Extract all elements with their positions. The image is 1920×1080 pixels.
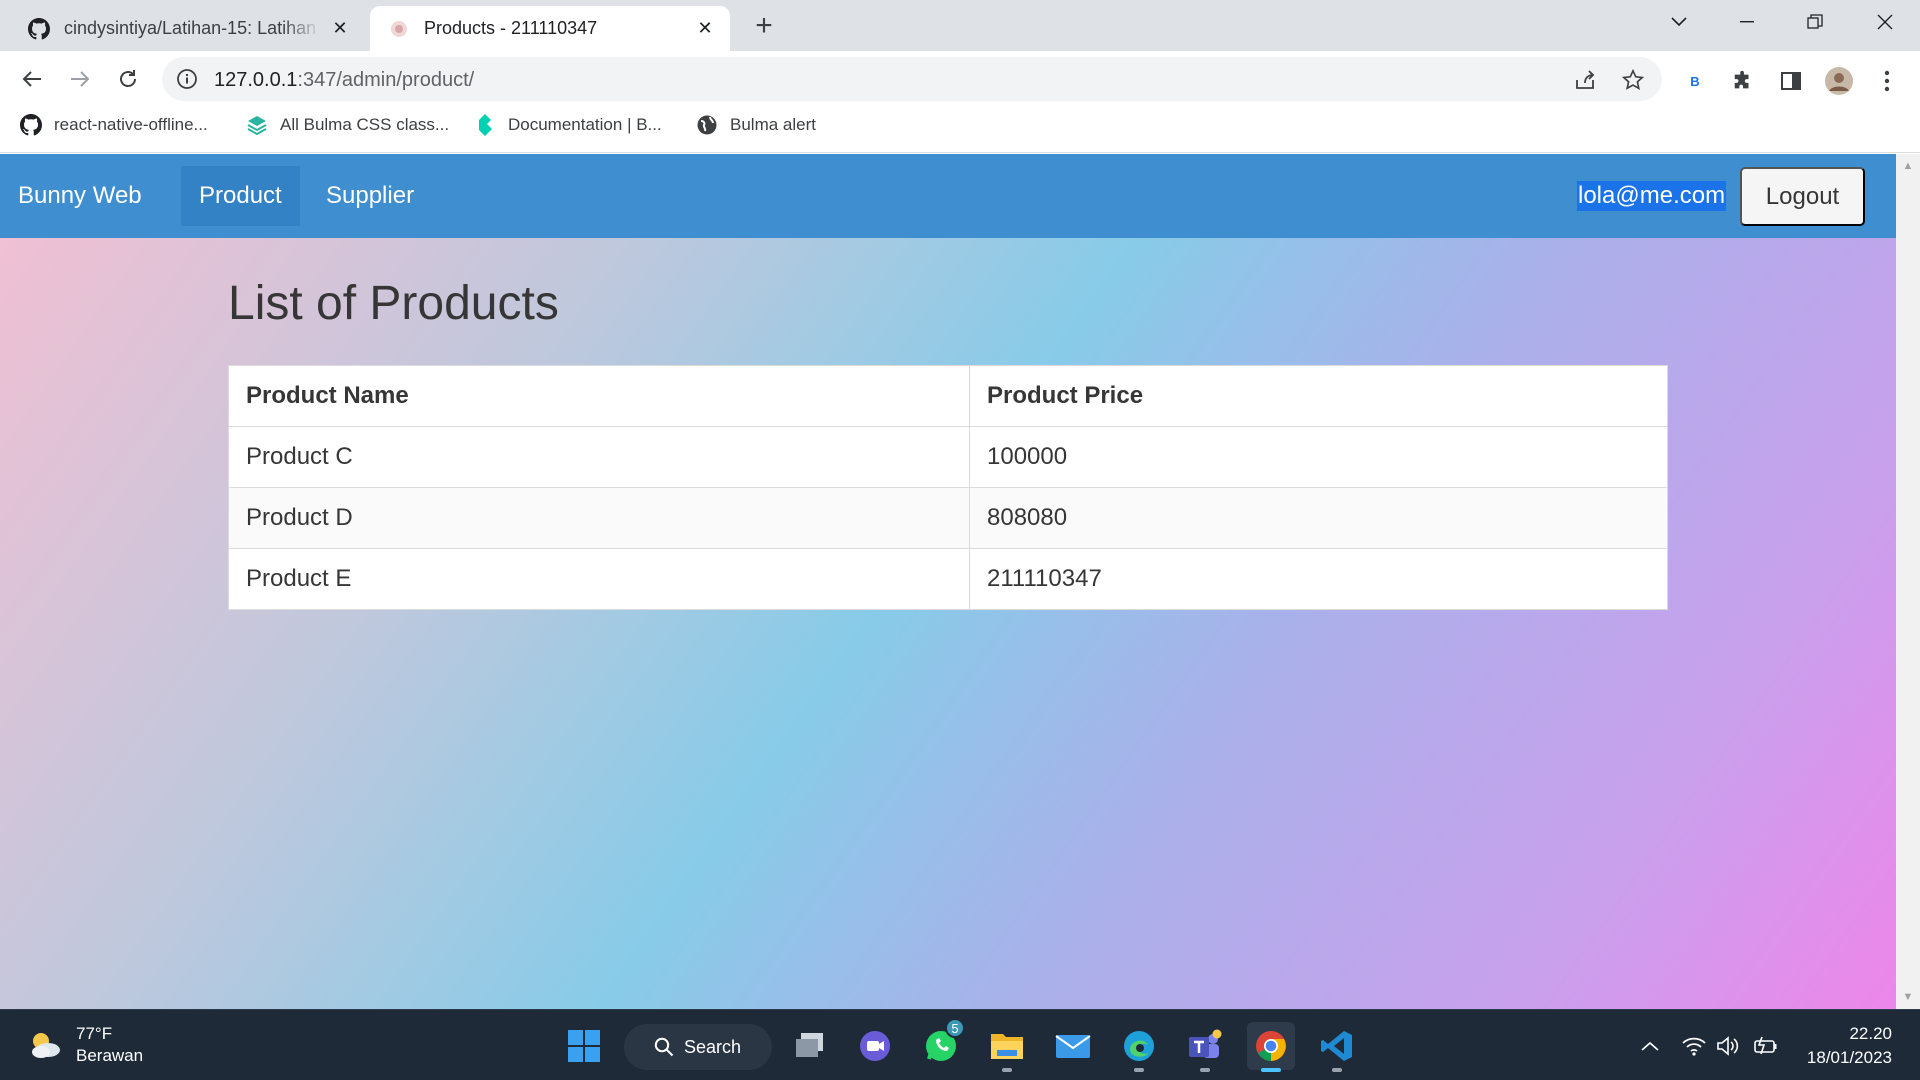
- product-price-cell: 100000: [969, 426, 1668, 488]
- teams-icon[interactable]: [1181, 1022, 1229, 1072]
- tab-title: Products - 211110347: [424, 18, 598, 38]
- clock-date: 18/01/2023: [1806, 1048, 1892, 1067]
- whatsapp-icon[interactable]: 5: [917, 1018, 965, 1070]
- tab-github[interactable]: cindysintiya/Latihan-15: Latihan Mengola…: [10, 6, 365, 51]
- restore-icon[interactable]: [1790, 6, 1840, 38]
- tab-search-chevron-icon[interactable]: [1654, 6, 1704, 38]
- brand-link[interactable]: Bunny Web: [18, 154, 142, 238]
- weather-temperature: 77°F: [76, 1024, 113, 1043]
- search-label: Search: [684, 1036, 742, 1057]
- globe-icon: [696, 114, 718, 136]
- vscode-icon[interactable]: [1313, 1022, 1361, 1072]
- product-name-cell: Product D: [228, 487, 970, 549]
- weather-widget[interactable]: 77°F Berawan: [26, 1020, 143, 1070]
- product-name-cell: Product C: [228, 426, 970, 488]
- product-name-cell: Product E: [228, 548, 970, 610]
- scroll-down-icon[interactable]: ▼: [1902, 991, 1914, 1003]
- close-window-icon[interactable]: [1860, 6, 1910, 38]
- start-button[interactable]: [560, 1022, 608, 1070]
- url-host: 127.0.0.1: [214, 69, 298, 91]
- page-viewport: Bunny Web Product Supplier lola@me.com L…: [0, 154, 1896, 1009]
- profile-avatar[interactable]: [1824, 66, 1854, 96]
- weather-description: Berawan: [76, 1046, 144, 1065]
- file-explorer-icon[interactable]: [983, 1022, 1031, 1072]
- browser-tab-strip: cindysintiya/Latihan-15: Latihan Mengola…: [0, 0, 1920, 51]
- edge-browser-icon[interactable]: [1115, 1022, 1163, 1072]
- taskbar-search[interactable]: Search: [624, 1024, 772, 1070]
- menu-kebab-icon[interactable]: [1872, 66, 1902, 96]
- battery-charging-icon[interactable]: [1752, 1032, 1780, 1060]
- system-clock[interactable]: 22.20 18/01/2023: [1807, 1022, 1892, 1070]
- extension-b-icon[interactable]: B: [1680, 66, 1710, 96]
- scroll-up-icon[interactable]: ▲: [1902, 160, 1914, 172]
- bookmark-item[interactable]: react-native-offline...: [20, 107, 208, 143]
- product-price-cell: 211110347: [969, 548, 1668, 610]
- close-icon[interactable]: ✕: [694, 18, 716, 40]
- whatsapp-badge: 5: [945, 1018, 965, 1038]
- clock-time: 22.20: [1849, 1024, 1892, 1043]
- github-icon: [20, 114, 42, 136]
- search-icon: [654, 1037, 674, 1057]
- site-favicon-icon: [388, 18, 410, 40]
- bookmark-label: react-native-offline...: [54, 115, 208, 134]
- address-bar[interactable]: 127.0.0.1:347/admin/product/: [162, 57, 1662, 101]
- table-row: Product C 100000: [228, 426, 1668, 488]
- chrome-icon[interactable]: [1247, 1022, 1295, 1072]
- side-panel-icon[interactable]: [1776, 66, 1806, 96]
- browser-toolbar: 127.0.0.1:347/admin/product/ B: [0, 51, 1920, 107]
- back-icon[interactable]: [14, 61, 50, 97]
- site-navbar: Bunny Web Product Supplier lola@me.com L…: [0, 154, 1896, 238]
- bookmark-item[interactable]: All Bulma CSS class...: [246, 107, 449, 143]
- site-info-icon[interactable]: [176, 68, 198, 90]
- product-price-cell: 808080: [969, 487, 1668, 549]
- show-hidden-icons-chevron-icon[interactable]: [1636, 1032, 1664, 1060]
- weather-cloudy-night-icon: [26, 1025, 66, 1065]
- product-table: Product Name Product Price Product C 100…: [228, 365, 1668, 610]
- table-header-row: Product Name Product Price: [228, 365, 1668, 427]
- url-path: :347/admin/product/: [297, 69, 475, 91]
- column-header-product-name: Product Name: [228, 365, 970, 427]
- github-icon: [28, 17, 50, 40]
- column-header-product-price: Product Price: [969, 365, 1668, 427]
- tab-products[interactable]: Products - 211110347 ✕: [370, 6, 730, 51]
- nav-item-product[interactable]: Product: [181, 166, 300, 226]
- url-text: 127.0.0.1:347/admin/product/: [214, 69, 474, 92]
- logout-button[interactable]: Logout: [1740, 167, 1865, 226]
- table-row: Product E 211110347: [228, 548, 1668, 610]
- forward-icon[interactable]: [62, 61, 98, 97]
- bookmark-label: All Bulma CSS class...: [280, 115, 450, 134]
- extensions-puzzle-icon[interactable]: [1728, 66, 1758, 96]
- table-row: Product D 808080: [228, 487, 1668, 549]
- bookmarks-bar: react-native-offline... All Bulma CSS cl…: [0, 107, 1920, 153]
- chat-camera-icon[interactable]: [851, 1022, 899, 1070]
- page-scrollbar[interactable]: ▲ ▼: [1896, 154, 1920, 1009]
- volume-icon[interactable]: [1714, 1032, 1742, 1060]
- task-view-icon[interactable]: [786, 1022, 834, 1070]
- layers-icon: [246, 114, 268, 136]
- tab-title: cindysintiya/Latihan-15: Latihan Mengola…: [64, 18, 321, 38]
- bookmark-item[interactable]: Documentation | B...: [474, 107, 662, 143]
- bookmark-item[interactable]: Bulma alert: [696, 107, 816, 143]
- reload-icon[interactable]: [110, 61, 146, 97]
- page-title: List of Products: [228, 277, 559, 330]
- user-email: lola@me.com: [1577, 181, 1727, 211]
- new-tab-button[interactable]: +: [748, 9, 780, 42]
- wifi-icon[interactable]: [1680, 1032, 1708, 1060]
- windows-taskbar: 77°F Berawan Search 5 22.20 18/01/2023: [0, 1009, 1920, 1080]
- close-icon[interactable]: ✕: [329, 18, 351, 40]
- minimize-icon[interactable]: [1722, 6, 1772, 38]
- bookmark-label: Bulma alert: [730, 115, 816, 134]
- bookmark-label: Documentation | B...: [508, 115, 662, 134]
- bookmark-star-icon[interactable]: [1620, 67, 1646, 93]
- nav-item-supplier[interactable]: Supplier: [308, 166, 432, 226]
- bulma-icon: [474, 114, 496, 136]
- share-icon[interactable]: [1572, 67, 1598, 93]
- mail-icon[interactable]: [1049, 1022, 1097, 1070]
